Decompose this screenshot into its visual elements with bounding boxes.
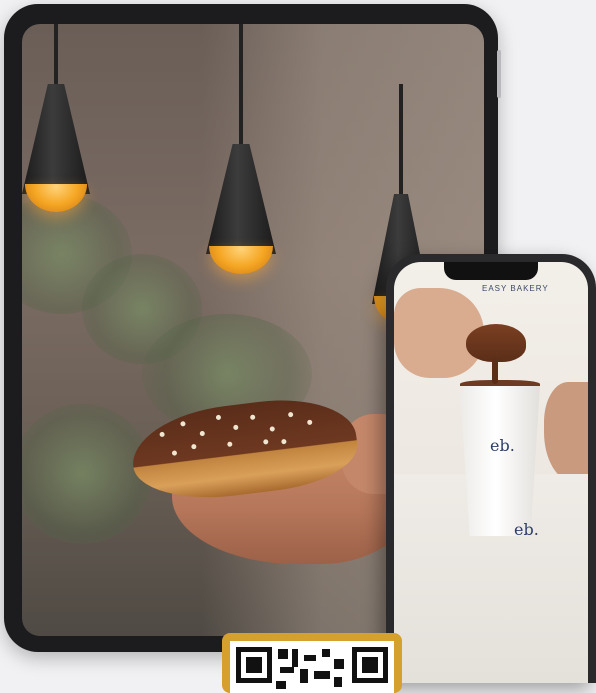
phone-notch xyxy=(444,262,538,280)
dipped-pastry xyxy=(466,324,526,362)
qr-finder xyxy=(352,647,388,683)
pendant-lamp xyxy=(206,24,276,279)
chocolate-drip xyxy=(492,358,498,384)
floor-logo: eb. xyxy=(514,520,539,539)
phone-device: EASY BAKERY eb. eb. xyxy=(386,254,596,683)
brand-name: EASY BAKERY xyxy=(482,284,549,293)
arm xyxy=(544,382,588,482)
qr-code-icon[interactable] xyxy=(222,633,402,693)
phone-screen-photo: EASY BAKERY eb. eb. xyxy=(394,262,588,683)
cup-logo: eb. xyxy=(490,436,515,455)
tablet-side-button xyxy=(497,50,501,98)
coffee-cup xyxy=(460,386,540,536)
foliage xyxy=(22,404,152,544)
qr-finder xyxy=(236,647,272,683)
pendant-lamp xyxy=(22,24,90,214)
qr-code-body xyxy=(230,641,394,693)
